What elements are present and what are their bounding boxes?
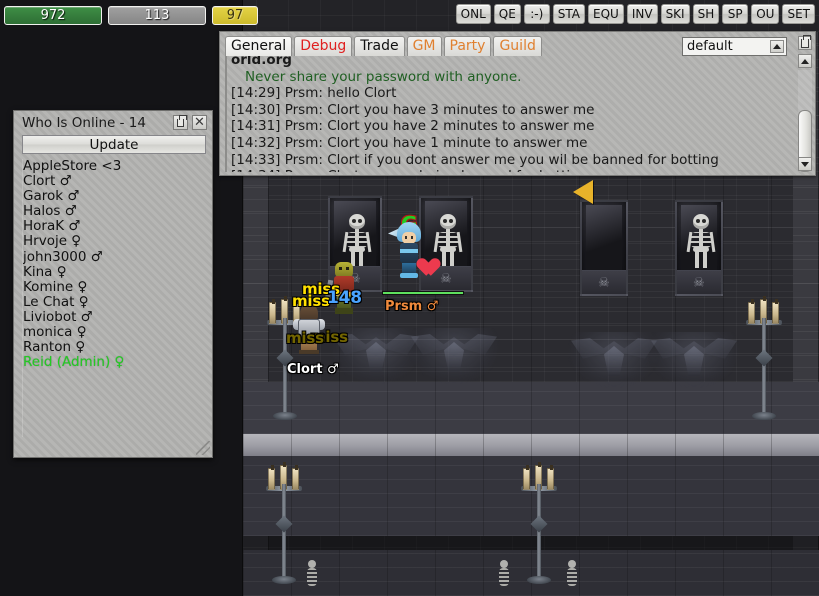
name-tag-clort: Clort ♂ (287, 362, 339, 377)
list-item[interactable]: Ranton ♀ (23, 340, 204, 355)
game-cursor-arrow (573, 180, 593, 204)
resize-handle[interactable] (196, 441, 210, 455)
candelabra (264, 462, 304, 584)
game-client: G Prsm ♂ Clort ♂ miss miss 148 miss miss (0, 0, 819, 596)
candelabra (519, 462, 559, 584)
list-item[interactable]: john3000 ♂ (23, 249, 204, 265)
mid-floor (243, 382, 819, 434)
scroll-up-icon[interactable] (798, 54, 812, 68)
combat-text-damage: 148 (327, 288, 362, 308)
who-is-online-window: Who Is Online - 14 ✕ Update AppleStore <… (13, 110, 213, 458)
target-health-bar (382, 291, 464, 295)
alcove-niche (675, 200, 723, 296)
gargoyle-relief (648, 332, 740, 388)
chat-line: [14:29] Prsm: hello Clort (231, 85, 397, 102)
chat-channel-select[interactable]: default (682, 37, 787, 56)
chat-window: General Debug Trade GM Party Guild defau… (219, 31, 816, 176)
chat-channel-value: default (687, 39, 733, 54)
list-item-admin[interactable]: Reid (Admin) ♀ (23, 355, 204, 370)
button-spells[interactable]: SP (722, 4, 749, 24)
chat-line: Never share your password with anyone. (245, 68, 522, 85)
button-emote[interactable]: :-) (523, 4, 550, 24)
list-item[interactable]: Le Chat ♀ (23, 294, 204, 310)
health-bar[interactable]: 972 (4, 6, 102, 25)
button-outfit[interactable]: OU (751, 4, 780, 24)
button-shortcut[interactable]: SH (692, 4, 720, 24)
gargoyle-relief (408, 328, 500, 384)
mana-bar[interactable]: 113 (108, 6, 206, 25)
list-item[interactable]: Garok ♂ (23, 189, 204, 204)
list-item[interactable]: Clort ♂ (23, 173, 204, 189)
skeleton-decor (342, 214, 372, 268)
chat-tab-bar: General Debug Trade GM Party Guild (225, 36, 542, 56)
skeleton-prop (305, 560, 319, 586)
button-equipment[interactable]: EQU (588, 4, 624, 24)
skeleton-prop (497, 560, 511, 586)
list-item[interactable]: monica ♀ (23, 324, 204, 340)
chat-tab-guild[interactable]: Guild (493, 36, 542, 56)
list-item[interactable]: Liviobot ♂ (23, 309, 204, 325)
button-inventory[interactable]: INV (626, 4, 658, 24)
experience-bar[interactable]: 97 (212, 6, 258, 25)
alcove-plinth (677, 270, 721, 294)
scroll-down-icon[interactable] (798, 157, 812, 171)
chat-line: [14:34] Prsm: Clort you are being banned… (231, 168, 789, 172)
experience-value: 97 (226, 8, 244, 23)
gargoyle-relief (568, 332, 660, 388)
list-item[interactable]: Halos ♂ (23, 204, 204, 219)
pin-window-icon[interactable] (173, 114, 188, 130)
mana-value: 113 (144, 8, 170, 23)
chat-tab-party[interactable]: Party (443, 36, 492, 56)
button-setup[interactable]: SET (782, 4, 815, 24)
window-toolbar: ONL QE :-) STA EQU INV SKI SH SP OU SET (455, 4, 815, 24)
chat-line: [14:33] Prsm: Clort if you dont answer m… (231, 151, 719, 168)
update-button[interactable]: Update (22, 135, 206, 154)
close-glyph: ✕ (194, 115, 205, 130)
candelabra (744, 296, 784, 420)
alcove-plinth (582, 270, 626, 294)
name-tag-prsm: Prsm ♂ (385, 299, 439, 314)
list-item[interactable]: Komine ♀ (23, 279, 204, 295)
chevron-up-icon[interactable] (770, 40, 784, 53)
combat-text-miss: miss (286, 329, 324, 347)
skeleton-decor (686, 214, 716, 268)
stone-ledge (243, 434, 819, 456)
window-title: Who Is Online - 14 (22, 115, 146, 131)
close-icon[interactable]: ✕ (192, 115, 207, 130)
chat-line: orld.org (231, 54, 292, 68)
list-item[interactable]: AppleStore <3 (23, 159, 204, 174)
list-item[interactable]: HoraK ♂ (23, 219, 204, 234)
list-item[interactable]: Kina ♀ (23, 264, 204, 280)
chat-line: [14:32] Prsm: Clort you have 1 minute to… (231, 134, 588, 151)
chat-tab-general[interactable]: General (225, 36, 293, 56)
chat-line: [14:31] Prsm: Clort you have 2 minutes t… (231, 118, 595, 135)
chat-message-log[interactable]: orld.org Never share your password with … (225, 54, 789, 172)
button-status[interactable]: STA (552, 4, 586, 24)
chat-tab-trade[interactable]: Trade (354, 36, 405, 56)
status-bar-group: 972 113 97 (0, 0, 258, 28)
button-quest[interactable]: QE (493, 4, 521, 24)
alcove-interior (586, 205, 622, 272)
button-online[interactable]: ONL (455, 4, 491, 24)
chat-tab-debug[interactable]: Debug (294, 36, 353, 56)
chat-line: [14:30] Prsm: Clort you have 3 minutes t… (231, 101, 595, 118)
pin-window-icon[interactable] (798, 34, 812, 50)
list-item[interactable]: Hrvoje ♀ (23, 234, 204, 249)
health-value: 972 (40, 8, 66, 23)
chat-scrollbar[interactable] (798, 54, 812, 172)
alcove-niche-empty (580, 200, 628, 296)
combat-text-miss: miss (292, 292, 330, 310)
heart-emote-icon (412, 251, 434, 271)
skeleton-prop (565, 560, 579, 586)
chat-tab-gm[interactable]: GM (406, 36, 442, 56)
alcove-niche (419, 196, 473, 292)
online-player-list[interactable]: AppleStore <3 Clort ♂ Garok ♂ Halos ♂ Ho… (22, 159, 204, 437)
button-skills[interactable]: SKI (660, 4, 690, 24)
